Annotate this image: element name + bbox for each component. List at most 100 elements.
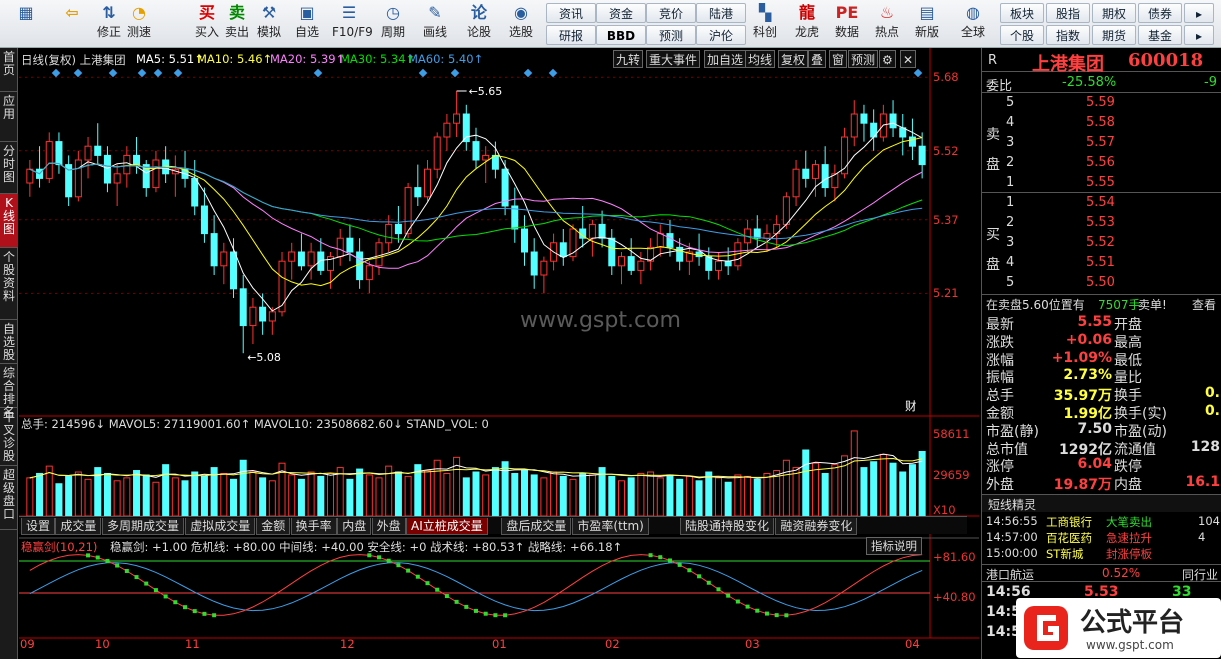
indicator-dot xyxy=(464,604,469,609)
toolbar-small-0[interactable]: 资讯 xyxy=(546,3,596,23)
volume-bar xyxy=(191,471,199,517)
chart-tool-1[interactable]: 重大事件 xyxy=(646,50,701,68)
buy-row[interactable]: 1 5.54 xyxy=(982,195,1221,213)
indicator-tab-8[interactable]: AI立桩成交量 xyxy=(406,518,488,535)
toolbar-period-button[interactable]: ◷ 周期 xyxy=(376,2,410,46)
toolbar-f10-button[interactable]: ☰ F10/F9 xyxy=(332,2,373,46)
indicator-tab-5[interactable]: 换手率 xyxy=(290,518,337,535)
indicator-tab-12[interactable]: 融资融券变化 xyxy=(775,518,858,535)
toolbar-small2-1[interactable]: BBD xyxy=(596,25,646,45)
toolbar-more-2[interactable]: ▸ xyxy=(1184,25,1214,45)
chart-tool-6[interactable]: 窗 xyxy=(829,50,848,68)
toolbar-back-arrow-button[interactable]: ⇦ xyxy=(52,2,92,46)
toolbar-globe-button[interactable]: ◍ 全球 xyxy=(956,2,990,46)
buy-row[interactable]: 4 5.51 xyxy=(982,255,1221,273)
chart-area[interactable]: ←5.65 ←5.08 xyxy=(19,48,981,659)
toolbar-more-1[interactable]: ▸ xyxy=(1184,3,1214,23)
chart-tool-7[interactable]: 预测 xyxy=(848,50,879,68)
chart-tool-4[interactable]: 复权 xyxy=(778,50,809,68)
buy-row[interactable]: 5 5.50 xyxy=(982,275,1221,293)
chart-tool-5[interactable]: 叠 xyxy=(808,50,827,68)
indicator-dot xyxy=(716,587,721,592)
kline-chart-svg[interactable]: ←5.65 ←5.08 xyxy=(19,48,981,659)
indicator-tab-10[interactable]: 市盈率(ttm) xyxy=(572,518,649,535)
toolbar-market-1[interactable]: 股指 xyxy=(1046,3,1090,23)
sell-row[interactable]: 1 5.55 xyxy=(982,175,1221,193)
toolbar-market2-2[interactable]: 期货 xyxy=(1092,25,1136,45)
chart-settings-icon[interactable]: ⚙ xyxy=(879,50,896,68)
indicator-tab-1[interactable]: 成交量 xyxy=(55,518,102,535)
stat-row: 总市值 1292亿 流通值 128 xyxy=(982,439,1221,458)
indicator-tab-3[interactable]: 虚拟成交量 xyxy=(185,518,256,535)
toolbar-market-2[interactable]: 期权 xyxy=(1092,3,1136,23)
toolbar-market2-3[interactable]: 基金 xyxy=(1138,25,1182,45)
buy-row[interactable]: 2 5.53 xyxy=(982,215,1221,233)
toolbar-clock-button[interactable]: ◔ 测速 xyxy=(122,2,156,46)
price-tick: 5.21 xyxy=(933,286,959,301)
level-num: 2 xyxy=(1006,155,1015,170)
volume-bar xyxy=(860,467,868,517)
sell-row[interactable]: 5 5.59 xyxy=(982,95,1221,113)
toolbar-small2-3[interactable]: 沪伦 xyxy=(696,25,746,45)
toolbar-market-0[interactable]: 板块 xyxy=(1000,3,1044,23)
left-nav-7[interactable]: 牛叉诊股 xyxy=(0,408,18,466)
left-nav-5[interactable]: 自选股 xyxy=(0,320,18,364)
toolbar-pe-button[interactable]: PE 数据 xyxy=(830,2,864,46)
toolbar-market2-1[interactable]: 指数 xyxy=(1046,25,1090,45)
toolbar-new-button[interactable]: ▤ 新版 xyxy=(910,2,944,46)
indicator-tab-9[interactable]: 盘后成交量 xyxy=(501,518,572,535)
toolbar-buy-button[interactable]: 买买入 xyxy=(190,2,224,46)
left-nav-8[interactable]: 超级盘口 xyxy=(0,466,18,530)
indicator-tab-6[interactable]: 内盘 xyxy=(337,518,372,535)
toolbar-tech-button[interactable]: ▚ 科创 xyxy=(748,2,782,46)
chart-tool-3[interactable]: 均线 xyxy=(745,50,776,68)
volume-bar xyxy=(123,477,131,517)
chart-tool-0[interactable]: 九转 xyxy=(613,50,644,68)
sell-row[interactable]: 4 5.58 xyxy=(982,115,1221,133)
related-sector[interactable]: 港口航运 xyxy=(986,566,1034,583)
chart-close-icon[interactable]: ✕ xyxy=(900,50,917,68)
left-nav-1[interactable]: 应用 xyxy=(0,92,18,142)
volume-bar xyxy=(559,475,567,517)
toolbar-small2-2[interactable]: 预测 xyxy=(646,25,696,45)
indicator-help-button[interactable]: 指标说明 xyxy=(866,537,922,555)
indicator-tab-4[interactable]: 金额 xyxy=(256,518,291,535)
toolbar-dragon-button[interactable]: 龍龙虎 xyxy=(790,2,824,46)
buy-row[interactable]: 3 5.52 xyxy=(982,235,1221,253)
toolbar-folder-button[interactable]: ▣ 自选 xyxy=(290,2,324,46)
chart-tool-2[interactable]: 加自选 xyxy=(704,50,747,68)
finance-marker[interactable]: 财 xyxy=(905,398,917,414)
toolbar-sell-button[interactable]: 卖卖出 xyxy=(220,2,254,46)
sprite-row[interactable]: 15:00:00 ST新城 封涨停板 xyxy=(982,546,1221,564)
left-nav-3[interactable]: K线图 xyxy=(0,194,18,248)
indicator-tab-7[interactable]: 外盘 xyxy=(371,518,406,535)
left-nav-0[interactable]: 首页 xyxy=(0,48,18,92)
price-tick: 5.37 xyxy=(933,212,959,227)
toolbar-market-3[interactable]: 债券 xyxy=(1138,3,1182,23)
candle[interactable] xyxy=(782,192,790,229)
left-nav-2[interactable]: 分时图 xyxy=(0,142,18,194)
indicator-tab-2[interactable]: 多周期成交量 xyxy=(102,518,185,535)
toolbar-hot-button[interactable]: ♨ 热点 xyxy=(870,2,904,46)
toolbar-small-1[interactable]: 资金 xyxy=(596,3,646,23)
related-button[interactable]: 同行业 xyxy=(1182,566,1218,583)
indicator-tab-0[interactable]: 设置 xyxy=(21,518,56,535)
sell-row[interactable]: 3 5.57 xyxy=(982,135,1221,153)
toolbar-small2-0[interactable]: 研报 xyxy=(546,25,596,45)
left-nav-4[interactable]: 个股资料 xyxy=(0,248,18,320)
toolbar-windows-grid-button[interactable]: ▦ xyxy=(6,2,46,46)
volume-bar xyxy=(472,471,480,517)
indicator-tab-11[interactable]: 陆股通持股变化 xyxy=(680,518,775,535)
toolbar-discuss-button[interactable]: 论论股 xyxy=(462,2,496,46)
sell-row[interactable]: 2 5.56 xyxy=(982,155,1221,173)
toolbar-small-2[interactable]: 竞价 xyxy=(646,3,696,23)
toolbar-pen-button[interactable]: ✎ 画线 xyxy=(418,2,452,46)
notice-view-link[interactable]: 查看 xyxy=(1192,296,1216,313)
level-price: 5.54 xyxy=(1086,195,1115,210)
toolbar-search-chart-button[interactable]: ◉ 选股 xyxy=(504,2,538,46)
left-nav-6[interactable]: 综合排名 xyxy=(0,364,18,419)
toolbar-market2-0[interactable]: 个股 xyxy=(1000,25,1044,45)
toolbar-small-3[interactable]: 陆港 xyxy=(696,3,746,23)
toolbar-up-down-button[interactable]: ⇅ 修正 xyxy=(92,2,126,46)
toolbar-hammer-button[interactable]: ⚒ 模拟 xyxy=(252,2,286,46)
